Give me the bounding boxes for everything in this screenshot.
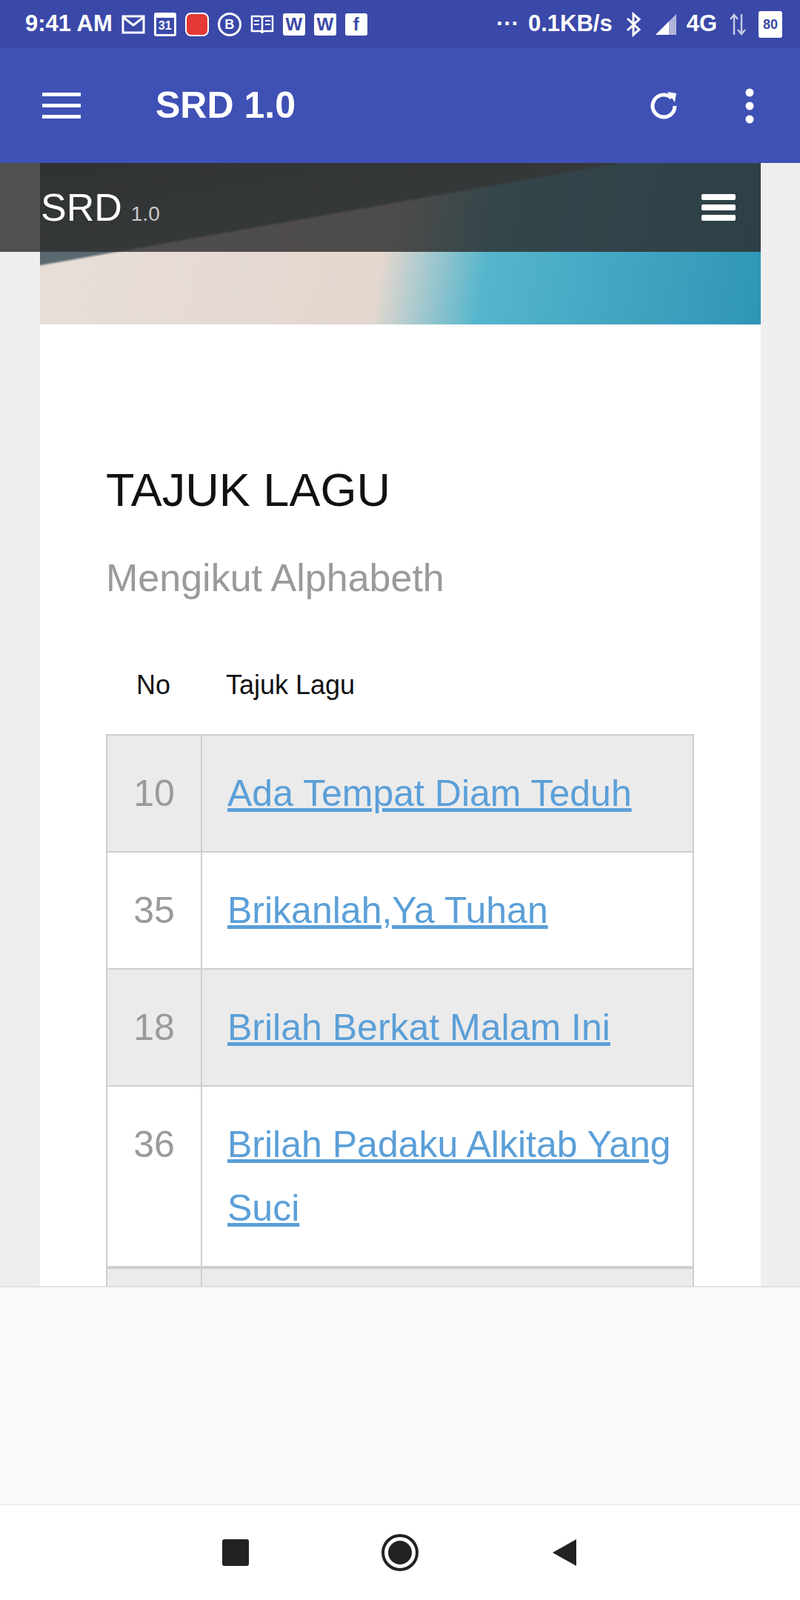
song-title-cell: Brikanlah,Ya Tuhan	[202, 852, 693, 969]
table-row-partial	[105, 1267, 695, 1286]
calendar-icon: 31	[154, 12, 177, 37]
navigation-bar	[0, 1503, 800, 1600]
menu-icon[interactable]	[37, 82, 86, 130]
app-letter: W	[285, 15, 303, 34]
status-bar: 9:41 AM 31 B WWf ··· 0.1KB/s 4G 80	[0, 0, 800, 49]
column-header: Tajuk Lagu	[200, 668, 695, 702]
app-bar: SRD 1.0	[0, 48, 800, 163]
app-icon: W	[282, 13, 306, 36]
site-name: SRD	[40, 185, 123, 229]
network-speed: 0.1KB/s	[528, 6, 613, 42]
song-number: 18	[107, 969, 203, 1086]
song-number: 35	[107, 852, 203, 969]
table-header: NoTajuk Lagu	[105, 668, 695, 702]
app-letter: B	[224, 17, 235, 32]
clock: 9:41 AM	[25, 6, 113, 42]
song-number: 36	[107, 1086, 203, 1266]
network-type: 4G	[686, 6, 718, 42]
song-title-cell: Ada Tempat Diam Teduh	[202, 735, 693, 852]
table-row[interactable]: 18 Brilah Berkat Malam Ini	[107, 968, 693, 1086]
bottom-panel	[0, 1285, 800, 1504]
app-letter: f	[353, 15, 360, 34]
page-subtitle: Mengikut Alphabeth	[105, 554, 695, 601]
song-number: 10	[107, 735, 203, 852]
bluetooth-icon	[621, 12, 646, 37]
app-icon: W	[314, 13, 337, 36]
home-icon[interactable]	[362, 1515, 438, 1590]
cell-partial	[202, 1268, 693, 1286]
app-icon: B	[217, 12, 242, 37]
site-version: 1.0	[131, 202, 160, 226]
book-icon	[250, 12, 275, 37]
app-icon	[185, 12, 209, 37]
table-row[interactable]: 35 Brikanlah,Ya Tuhan	[107, 851, 693, 969]
content-card: TAJUK LAGU Mengikut Alphabeth NoTajuk Lagu…	[40, 324, 761, 1286]
more-options-icon[interactable]	[725, 82, 774, 130]
content-area: SRD 1.0 TAJUK LAGU Mengikut Alphabeth NoTaj…	[0, 162, 800, 1286]
status-right: ··· 0.1KB/s 4G 80	[496, 6, 783, 42]
data-arrows-icon	[725, 12, 750, 37]
app-title: SRD 1.0	[155, 77, 640, 134]
cell-partial	[107, 1268, 203, 1286]
signal-icon	[654, 12, 678, 37]
calendar-day: 31	[158, 20, 172, 32]
battery-icon: 80	[758, 11, 783, 38]
app-icon: f	[345, 13, 368, 36]
refresh-icon[interactable]	[640, 82, 688, 130]
table-row[interactable]: 36Brilah Padaku Alkitab Yang Suci	[107, 1085, 693, 1266]
page-title: TAJUK LAGU	[105, 461, 695, 518]
song-link[interactable]: Brikanlah,Ya Tuhan	[227, 889, 549, 932]
table-row[interactable]: 10 Ada Tempat Diam Teduh	[107, 735, 693, 852]
site-brand[interactable]: SRD 1.0	[40, 178, 160, 237]
recent-apps-icon[interactable]	[198, 1515, 273, 1590]
song-table: 10 Ada Tempat Diam Teduh 35 Brikanlah,Ya Tu…	[105, 734, 695, 1268]
back-icon[interactable]	[527, 1515, 602, 1590]
column-header: No	[105, 668, 201, 702]
song-link[interactable]: Brilah Berkat Malam Ini	[227, 1006, 611, 1049]
song-title-cell: Brilah Padaku Alkitab Yang Suci	[202, 1086, 693, 1266]
song-link[interactable]: Ada Tempat Diam Teduh	[227, 772, 632, 815]
status-left: 9:41 AM 31 B WWf	[25, 6, 368, 42]
app-letter: W	[316, 15, 334, 34]
mail-icon	[121, 12, 146, 37]
site-header: SRD 1.0	[0, 162, 761, 252]
hamburger-icon[interactable]	[694, 183, 743, 232]
song-title-cell: Brilah Berkat Malam Ini	[202, 969, 693, 1086]
more-notifications: ···	[496, 6, 520, 42]
song-link[interactable]: Brilah Padaku Alkitab Yang Suci	[227, 1123, 672, 1229]
battery-level: 80	[762, 14, 778, 35]
